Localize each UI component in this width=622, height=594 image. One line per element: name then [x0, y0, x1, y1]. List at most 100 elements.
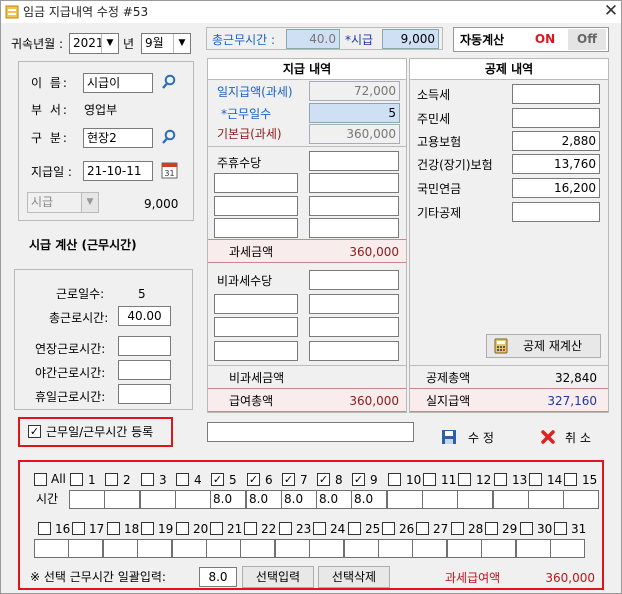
- hourly-field[interactable]: 9,000: [382, 29, 439, 49]
- day-checkbox[interactable]: [485, 522, 498, 535]
- day-checkbox[interactable]: [141, 522, 154, 535]
- auto-calc-on-toggle[interactable]: ON: [522, 29, 568, 50]
- day-checkbox[interactable]: [423, 473, 436, 486]
- hours-cell[interactable]: [175, 490, 211, 509]
- day-checkbox[interactable]: [244, 522, 257, 535]
- overtime-field[interactable]: [118, 336, 171, 356]
- day-checkbox[interactable]: [176, 522, 189, 535]
- search-icon[interactable]: [161, 129, 177, 145]
- hours-cell[interactable]: [103, 539, 138, 558]
- hours-cell[interactable]: [447, 539, 482, 558]
- deduction-field-5[interactable]: [512, 202, 600, 222]
- day-checkbox[interactable]: ✓: [211, 473, 224, 486]
- taxable-item-value-3[interactable]: [309, 218, 399, 238]
- day-checkbox[interactable]: [348, 522, 361, 535]
- taxable-item-name-3[interactable]: [214, 218, 298, 238]
- day-checkbox[interactable]: [141, 473, 154, 486]
- hours-cell[interactable]: [412, 539, 447, 558]
- weekly-allowance-field[interactable]: [309, 151, 399, 171]
- nontax-item-value-1[interactable]: [309, 294, 399, 314]
- memo-field[interactable]: [207, 422, 414, 442]
- hours-cell[interactable]: [387, 490, 423, 509]
- register-checkbox[interactable]: ✓: [28, 425, 41, 438]
- year-select[interactable]: 2021 ▼: [69, 33, 119, 54]
- hours-cell[interactable]: [550, 539, 585, 558]
- total-work-field[interactable]: 40.00: [118, 306, 171, 326]
- hours-cell[interactable]: 8.0: [351, 490, 387, 509]
- taxable-item-value-1[interactable]: [309, 173, 399, 193]
- hours-cell[interactable]: [481, 539, 516, 558]
- day-checkbox[interactable]: [416, 522, 429, 535]
- day-checkbox[interactable]: [72, 522, 85, 535]
- deduction-field-2[interactable]: 2,880: [512, 131, 600, 151]
- day-checkbox[interactable]: [388, 473, 401, 486]
- hours-cell[interactable]: [457, 490, 493, 509]
- taxable-item-name-1[interactable]: [214, 173, 298, 193]
- day-checkbox[interactable]: [520, 522, 533, 535]
- night-field[interactable]: [118, 360, 171, 380]
- hours-cell[interactable]: [137, 539, 172, 558]
- day-checkbox[interactable]: [176, 473, 189, 486]
- nontax-allowance-field[interactable]: [309, 270, 399, 290]
- pay-type-select[interactable]: 시급 ▼: [27, 192, 99, 213]
- day-checkbox[interactable]: [451, 522, 464, 535]
- pay-date-field[interactable]: 21-10-11: [83, 161, 153, 181]
- hours-cell[interactable]: [422, 490, 458, 509]
- hours-cell[interactable]: [563, 490, 599, 509]
- month-select[interactable]: 9월 ▼: [141, 33, 191, 54]
- day-checkbox[interactable]: [107, 522, 120, 535]
- select-all-checkbox[interactable]: [34, 473, 47, 486]
- nontax-item-name-3[interactable]: [214, 341, 298, 361]
- taxable-item-name-2[interactable]: [214, 196, 298, 216]
- auto-calc-off-toggle[interactable]: Off: [568, 29, 606, 50]
- hours-cell[interactable]: [206, 539, 241, 558]
- hours-cell[interactable]: 8.0: [246, 490, 282, 509]
- hours-cell[interactable]: [68, 539, 103, 558]
- hours-cell[interactable]: [240, 539, 275, 558]
- nontax-item-name-2[interactable]: [214, 317, 298, 337]
- apply-selection-button[interactable]: 선택입력: [242, 566, 314, 588]
- day-checkbox[interactable]: [554, 522, 567, 535]
- name-field[interactable]: 시급이: [83, 73, 153, 93]
- day-checkbox[interactable]: [529, 473, 542, 486]
- day-checkbox[interactable]: [382, 522, 395, 535]
- taxable-item-value-2[interactable]: [309, 196, 399, 216]
- hours-cell[interactable]: [275, 539, 310, 558]
- hours-cell[interactable]: 8.0: [281, 490, 317, 509]
- day-checkbox[interactable]: ✓: [282, 473, 295, 486]
- day-checkbox[interactable]: ✓: [247, 473, 260, 486]
- save-button[interactable]: 수 정: [468, 430, 494, 446]
- hours-cell[interactable]: [34, 539, 69, 558]
- day-checkbox[interactable]: [105, 473, 118, 486]
- hours-cell[interactable]: [140, 490, 176, 509]
- day-checkbox[interactable]: [210, 522, 223, 535]
- calendar-icon[interactable]: 31: [161, 161, 178, 179]
- payment-work-days-field[interactable]: 5: [309, 103, 400, 123]
- day-checkbox[interactable]: [70, 473, 83, 486]
- hours-cell[interactable]: [528, 490, 564, 509]
- nontax-item-value-2[interactable]: [309, 317, 399, 337]
- day-checkbox[interactable]: ✓: [317, 473, 330, 486]
- day-checkbox[interactable]: [564, 473, 577, 486]
- hours-cell[interactable]: [378, 539, 413, 558]
- close-icon[interactable]: ✕: [601, 0, 621, 22]
- bulk-hours-field[interactable]: 8.0: [199, 567, 237, 587]
- holiday-field[interactable]: [118, 384, 171, 404]
- deduction-field-3[interactable]: 13,760: [512, 154, 600, 174]
- search-icon[interactable]: [161, 74, 177, 90]
- day-checkbox[interactable]: [313, 522, 326, 535]
- hours-cell[interactable]: [344, 539, 379, 558]
- day-checkbox[interactable]: [458, 473, 471, 486]
- hours-cell[interactable]: [516, 539, 551, 558]
- deduction-field-1[interactable]: [512, 108, 600, 128]
- clear-selection-button[interactable]: 선택삭제: [318, 566, 390, 588]
- hours-cell[interactable]: [172, 539, 207, 558]
- hours-cell[interactable]: [493, 490, 529, 509]
- day-checkbox[interactable]: ✓: [352, 473, 365, 486]
- type-field[interactable]: 현장2: [83, 128, 153, 148]
- hours-cell[interactable]: [69, 490, 105, 509]
- hours-cell[interactable]: 8.0: [316, 490, 352, 509]
- cancel-button[interactable]: 취 소: [565, 430, 591, 446]
- hours-cell[interactable]: [309, 539, 344, 558]
- deduction-field-4[interactable]: 16,200: [512, 178, 600, 198]
